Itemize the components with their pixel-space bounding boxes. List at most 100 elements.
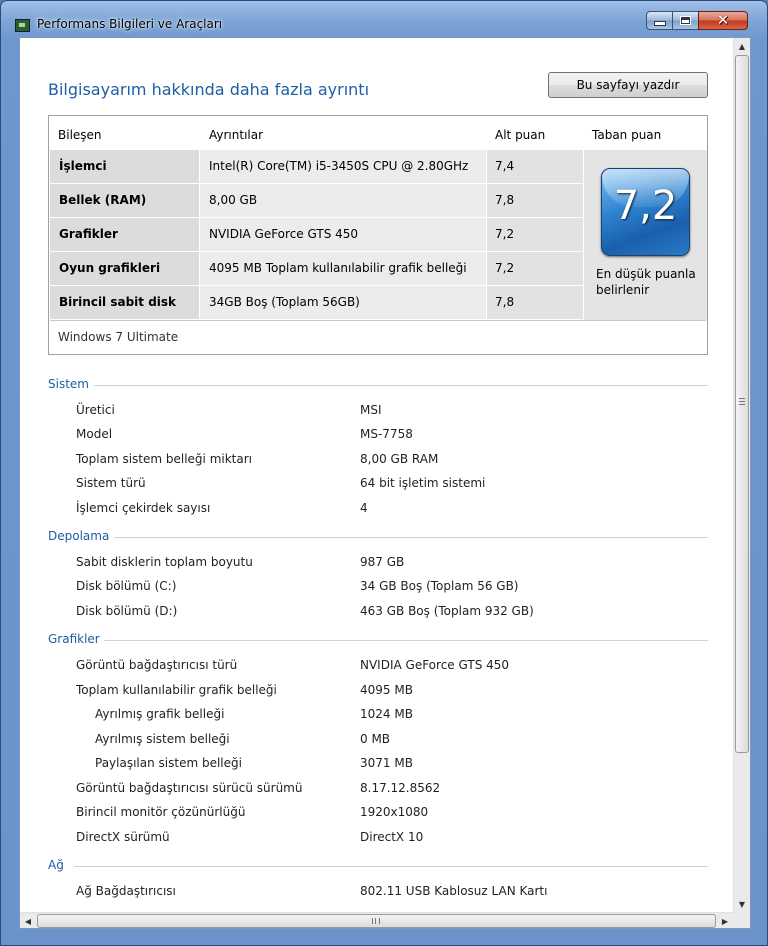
minimize-button[interactable] bbox=[646, 11, 673, 30]
score-details: 4095 MB Toplam kullanılabilir grafik bel… bbox=[200, 252, 486, 285]
property-value: 1920x1080 bbox=[360, 805, 429, 819]
property-label: Toplam sistem belleği miktarı bbox=[76, 452, 252, 466]
scrollbar-corner bbox=[733, 912, 750, 928]
header-component: Bileşen bbox=[58, 128, 102, 142]
score-component: Birincil sabit disk bbox=[50, 286, 199, 319]
section-divider bbox=[74, 866, 708, 867]
os-edition: Windows 7 Ultimate bbox=[58, 330, 179, 344]
arrow-up-icon: ▲ bbox=[738, 41, 746, 51]
window-title: Performans Bilgileri ve Araçları bbox=[37, 17, 223, 31]
title-bar[interactable]: Performans Bilgileri ve Araçları ✕ bbox=[1, 1, 767, 35]
score-divider bbox=[50, 320, 706, 321]
scroll-up-button[interactable]: ▲ bbox=[734, 38, 750, 54]
property-label: Görüntü bağdaştırıcısı türü bbox=[76, 658, 238, 672]
property-label: Görüntü bağdaştırıcısı sürücü sürümü bbox=[76, 781, 303, 795]
score-details: 34GB Boş (Toplam 56GB) bbox=[200, 286, 486, 319]
performance-app-icon bbox=[15, 19, 30, 32]
property-label: İşlemci çekirdek sayısı bbox=[76, 501, 211, 515]
section-title-system: Sistem bbox=[48, 377, 89, 391]
section-title-graphics: Grafikler bbox=[48, 632, 100, 646]
property-value: 987 GB bbox=[360, 555, 405, 569]
score-subscore: 7,2 bbox=[487, 218, 583, 251]
score-subscore: 7,4 bbox=[487, 150, 583, 183]
score-component: Bellek (RAM) bbox=[50, 184, 199, 217]
score-component: Oyun grafikleri bbox=[50, 252, 199, 285]
minimize-icon bbox=[653, 21, 666, 26]
maximize-button[interactable] bbox=[672, 11, 699, 30]
score-subscore: 7,2 bbox=[487, 252, 583, 285]
score-component: Grafikler bbox=[50, 218, 199, 251]
score-row-processor: İşlemci Intel(R) Core(TM) i5-3450S CPU @… bbox=[50, 150, 583, 183]
score-subscore: 7,8 bbox=[487, 286, 583, 319]
grip-icon bbox=[739, 398, 745, 405]
property-label: Birincil monitör çözünürlüğü bbox=[76, 805, 246, 819]
horizontal-scrollbar[interactable]: ◀ ▶ bbox=[20, 912, 733, 928]
property-value: 1024 MB bbox=[360, 707, 413, 721]
property-label: Ayrılmış sistem belleği bbox=[95, 732, 230, 746]
arrow-right-icon: ▶ bbox=[721, 916, 729, 926]
vertical-scrollbar[interactable]: ▲ ▼ bbox=[733, 38, 750, 912]
section-title-network: Ağ bbox=[48, 858, 64, 872]
property-value: MSI bbox=[360, 403, 382, 417]
property-label: Ağ Bağdaştırıcısı bbox=[76, 884, 176, 898]
grip-icon bbox=[372, 918, 380, 924]
score-row-primary-disk: Birincil sabit disk 34GB Boş (Toplam 56G… bbox=[50, 286, 583, 319]
score-table: Bileşen Ayrıntılar Alt puan Taban puan İ… bbox=[48, 115, 708, 355]
scroll-left-button[interactable]: ◀ bbox=[20, 913, 36, 928]
arrow-down-icon: ▼ bbox=[738, 899, 746, 909]
header-subscore: Alt puan bbox=[495, 128, 546, 142]
score-component: İşlemci bbox=[50, 150, 199, 183]
property-value: 463 GB Boş (Toplam 932 GB) bbox=[360, 604, 534, 618]
score-subscore: 7,8 bbox=[487, 184, 583, 217]
performance-window: Performans Bilgileri ve Araçları ✕ Bilgi… bbox=[0, 0, 768, 946]
close-button[interactable]: ✕ bbox=[698, 11, 748, 30]
property-value: 802.11 USB Kablosuz LAN Kartı bbox=[360, 884, 548, 898]
scroll-right-button[interactable]: ▶ bbox=[717, 913, 733, 928]
section-divider bbox=[114, 537, 708, 538]
property-value: 64 bit işletim sistemi bbox=[360, 476, 486, 490]
print-page-button[interactable]: Bu sayfayı yazdır bbox=[548, 72, 708, 98]
close-icon: ✕ bbox=[716, 11, 730, 29]
score-row-gaming-graphics: Oyun grafikleri 4095 MB Toplam kullanıla… bbox=[50, 252, 583, 285]
score-details: NVIDIA GeForce GTS 450 bbox=[200, 218, 486, 251]
base-score-note: En düşük puanla belirlenir bbox=[596, 267, 696, 297]
property-value: 4095 MB bbox=[360, 683, 413, 697]
property-label: Paylaşılan sistem belleği bbox=[95, 756, 242, 770]
section-title-storage: Depolama bbox=[48, 529, 110, 543]
property-value: 0 MB bbox=[360, 732, 391, 746]
section-divider bbox=[94, 385, 708, 386]
property-value: 8.17.12.8562 bbox=[360, 781, 441, 795]
property-label: Sabit disklerin toplam boyutu bbox=[76, 555, 253, 569]
score-details: 8,00 GB bbox=[200, 184, 486, 217]
property-value: NVIDIA GeForce GTS 450 bbox=[360, 658, 510, 672]
client-area: Bilgisayarım hakkında daha fazla ayrıntı… bbox=[19, 37, 751, 929]
scroll-down-button[interactable]: ▼ bbox=[734, 896, 750, 912]
score-details: Intel(R) Core(TM) i5-3450S CPU @ 2.80GHz bbox=[200, 150, 486, 183]
header-details: Ayrıntılar bbox=[209, 128, 264, 142]
property-value: 4 bbox=[360, 501, 368, 515]
arrow-left-icon: ◀ bbox=[24, 916, 32, 926]
property-value: 3071 MB bbox=[360, 756, 413, 770]
page-title: Bilgisayarım hakkında daha fazla ayrıntı bbox=[48, 80, 370, 99]
section-divider bbox=[104, 640, 708, 641]
property-value: DirectX 10 bbox=[360, 830, 424, 844]
property-value: MS-7758 bbox=[360, 427, 413, 441]
property-value: 8,00 GB RAM bbox=[360, 452, 439, 466]
base-score-panel: 7,2 En düşük puanla belirlenir bbox=[584, 150, 707, 320]
score-row-memory: Bellek (RAM) 8,00 GB 7,8 bbox=[50, 184, 583, 217]
horizontal-scroll-thumb[interactable] bbox=[37, 914, 716, 928]
property-label: Ayrılmış grafik belleği bbox=[95, 707, 225, 721]
property-label: Üretici bbox=[76, 403, 115, 417]
property-value: 34 GB Boş (Toplam 56 GB) bbox=[360, 579, 519, 593]
property-label: Model bbox=[76, 427, 113, 441]
base-score-value: 7,2 bbox=[613, 183, 678, 229]
property-label: Disk bölümü (D:) bbox=[76, 604, 178, 618]
property-label: Toplam kullanılabilir grafik belleği bbox=[76, 683, 277, 697]
score-row-graphics: Grafikler NVIDIA GeForce GTS 450 7,2 bbox=[50, 218, 583, 251]
property-label: Sistem türü bbox=[76, 476, 146, 490]
page-content: Bilgisayarım hakkında daha fazla ayrıntı… bbox=[20, 38, 733, 912]
vertical-scroll-thumb[interactable] bbox=[735, 55, 749, 753]
maximize-icon bbox=[680, 16, 691, 25]
property-label: Disk bölümü (C:) bbox=[76, 579, 177, 593]
base-score-badge: 7,2 bbox=[601, 168, 690, 256]
